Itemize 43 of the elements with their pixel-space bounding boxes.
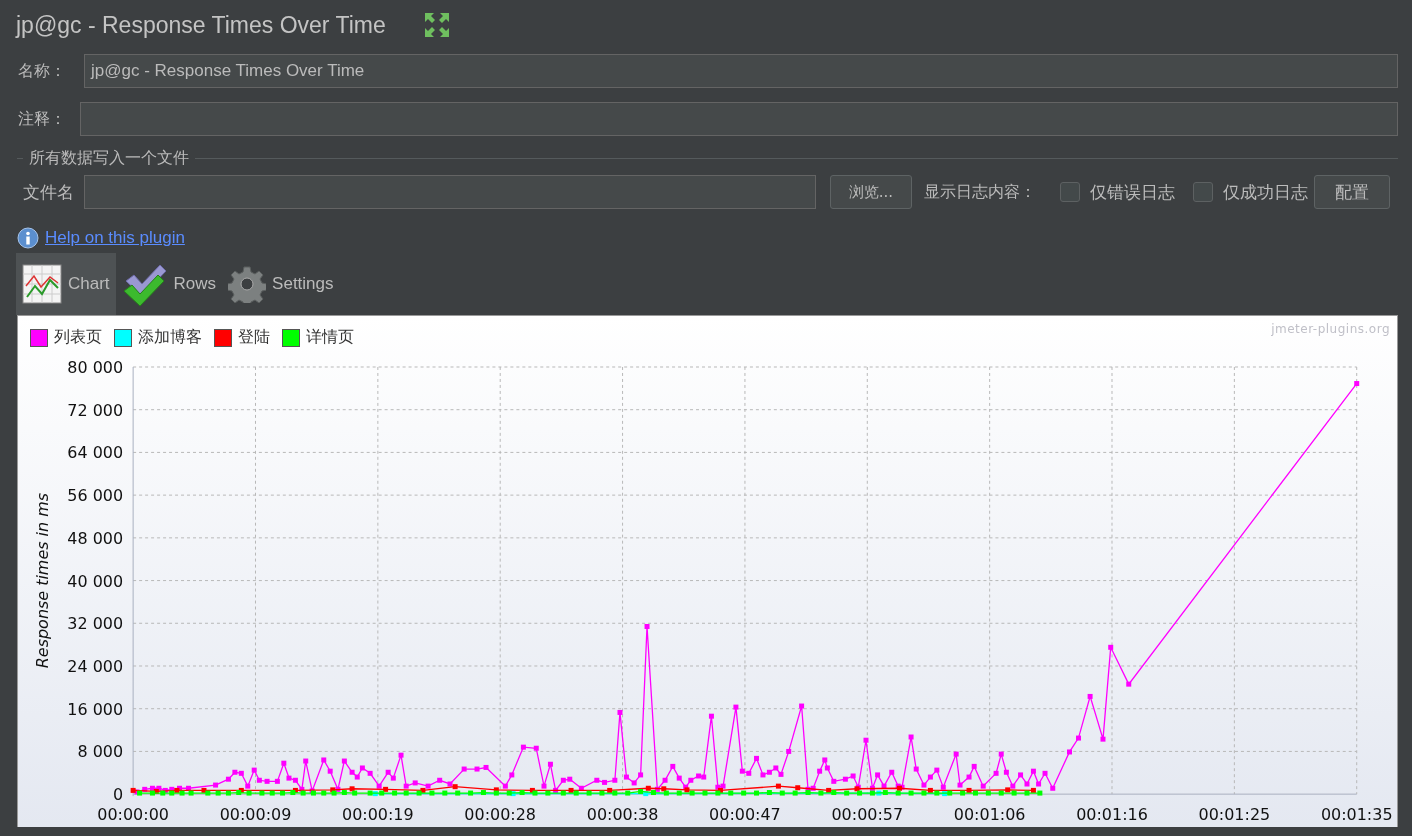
y-tick-label: 72 000: [67, 400, 124, 420]
x-tick-label: 00:01:25: [1198, 805, 1271, 824]
y-tick-label: 24 000: [67, 656, 124, 676]
config-button[interactable]: 配置: [1314, 175, 1390, 209]
y-tick-label: 16 000: [67, 699, 124, 719]
x-tick-label: 00:00:57: [831, 805, 904, 824]
x-tick-label: 00:01:06: [953, 805, 1026, 824]
browse-button[interactable]: 浏览...: [829, 175, 912, 209]
tab[interactable]: Chart: [16, 253, 116, 315]
x-tick-label: 00:01:16: [1076, 805, 1148, 824]
name-field[interactable]: jp@gc - Response Times Over Time: [84, 54, 1398, 88]
help-link[interactable]: Help on this plugin: [45, 228, 185, 248]
y-tick-label: 56 000: [67, 486, 124, 506]
y-tick-label: 32 000: [67, 614, 124, 634]
y-tick-label: 64 000: [67, 443, 124, 463]
name-label: 名称：: [18, 60, 66, 82]
tab[interactable]: Rows: [115, 253, 223, 315]
x-tick-label: 00:00:38: [586, 805, 659, 824]
y-tick-label: 80 000: [67, 359, 124, 377]
legend-label: 详情页: [306, 327, 354, 349]
x-tick-label: 00:00:28: [464, 805, 537, 824]
y-tick-label: 8 000: [77, 742, 124, 762]
section-title: 所有数据写入一个文件: [29, 148, 189, 169]
credit-text: jmeter-plugins.org: [1271, 322, 1390, 336]
x-tick-label: 00:00:09: [219, 805, 292, 824]
checkbox-label: 仅成功日志: [1223, 180, 1308, 204]
x-tick-label: 00:01:35: [1320, 805, 1393, 824]
y-axis-title: Response times in ms: [33, 492, 53, 669]
x-tick-label: 00:00:47: [709, 805, 781, 824]
y-tick-label: 48 000: [67, 528, 124, 548]
file-name-label: 文件名: [23, 180, 74, 204]
legend-label: 登陆: [238, 327, 270, 349]
y-tick-label: 0: [113, 785, 124, 805]
checkbox-label: 仅错误日志: [1090, 180, 1175, 204]
x-tick-label: 00:00:19: [342, 805, 414, 824]
window-title: jp@gc - Response Times Over Time: [16, 11, 386, 39]
legend-label: 列表页: [54, 327, 102, 349]
y-tick-label: 40 000: [67, 571, 124, 591]
comment-label: 注释：: [18, 108, 66, 130]
legend-label: 添加博客: [138, 327, 202, 349]
x-tick-label: 00:00:00: [97, 805, 169, 824]
log-content-label: 显示日志内容：: [924, 181, 1036, 203]
tab[interactable]: Settings: [222, 253, 340, 315]
